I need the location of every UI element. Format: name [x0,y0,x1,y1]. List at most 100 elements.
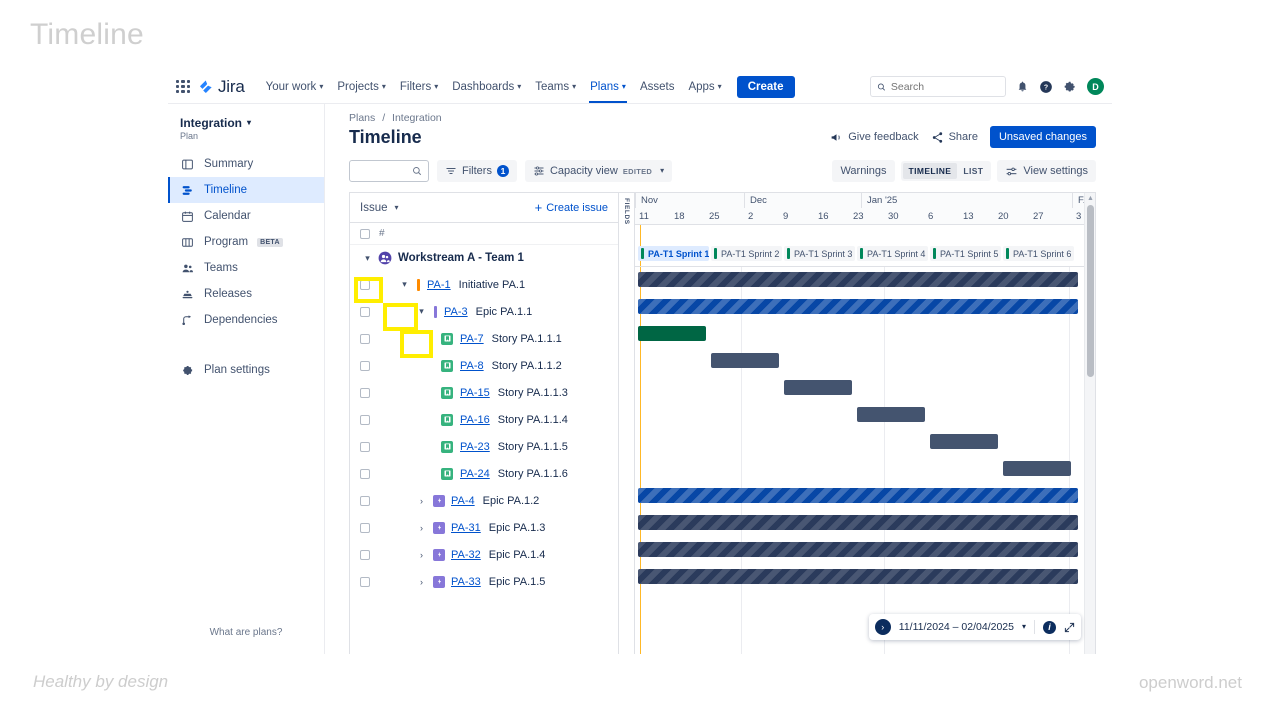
nav-item-filters[interactable]: Filters ▾ [393,70,445,103]
gantt-bar-pa-7[interactable] [638,326,706,341]
group-expand-toggle[interactable]: ▾ [361,252,374,265]
notifications-icon[interactable] [1016,80,1029,93]
row-checkbox[interactable] [360,387,370,398]
nav-item-assets[interactable]: Assets [633,70,682,103]
issue-key-link[interactable]: PA-4 [451,495,475,507]
plan-switcher[interactable]: Integration ▾ [180,116,312,130]
issue-key-link[interactable]: PA-3 [444,306,468,318]
gantt-bar-pa-23[interactable] [930,434,998,449]
issue-search-box[interactable] [349,160,429,182]
sprint-pill[interactable]: PA-T1 Sprint 2 [711,246,782,261]
sidebar-item-dependencies[interactable]: Dependencies [168,307,324,333]
row-checkbox[interactable] [360,576,370,587]
issue-key-link[interactable]: PA-8 [460,360,484,372]
date-range-selector[interactable]: 11/11/2024 – 02/04/2025 ▾ [899,621,1026,633]
row-expand-toggle[interactable]: ▾ [415,305,428,318]
gantt-bar-pa-15[interactable] [784,380,852,395]
scrollbar-thumb[interactable] [1087,205,1094,377]
nav-item-your-work[interactable]: Your work ▾ [259,70,331,103]
row-checkbox[interactable] [360,333,370,344]
gantt-bar-pa-3[interactable] [638,299,1078,314]
nav-item-dashboards[interactable]: Dashboards ▾ [445,70,528,103]
what-are-plans-link[interactable]: What are plans? [168,627,324,638]
table-row[interactable]: PA-24 Story PA.1.1.6 [350,460,618,487]
issue-key-link[interactable]: PA-7 [460,333,484,345]
table-row[interactable]: › PA-4 Epic PA.1.2 [350,487,618,514]
sprint-pill[interactable]: PA-T1 Sprint 6 [1003,246,1074,261]
jira-logo[interactable]: Jira [198,77,245,97]
row-checkbox[interactable] [360,414,370,425]
row-expand-toggle[interactable]: › [415,548,428,561]
table-row[interactable]: ▾ Workstream A - Team 1 [350,245,618,271]
sidebar-item-timeline[interactable]: Timeline [168,177,324,203]
view-settings-button[interactable]: View settings [997,160,1096,182]
issue-key-link[interactable]: PA-1 [427,279,451,291]
warnings-button[interactable]: Warnings [832,160,895,182]
table-row[interactable]: PA-23 Story PA.1.1.5 [350,433,618,460]
table-row[interactable]: › PA-33 Epic PA.1.5 [350,568,618,595]
global-search-input[interactable] [890,80,999,93]
table-row[interactable]: ▾ PA-1 Initiative PA.1 [350,271,618,298]
row-checkbox[interactable] [360,522,370,533]
gantt-bar-pa-1[interactable] [638,272,1078,287]
filters-button[interactable]: Filters 1 [437,160,517,182]
help-icon[interactable]: ? [1039,80,1053,94]
table-row[interactable]: ▾ PA-3 Epic PA.1.1 [350,298,618,325]
unsaved-changes-button[interactable]: Unsaved changes [989,126,1096,148]
sidebar-item-plan-settings[interactable]: Plan settings [168,357,324,383]
app-switcher-icon[interactable] [174,78,192,96]
view-mode-timeline[interactable]: TIMELINE [902,163,958,179]
nav-item-teams[interactable]: Teams ▾ [528,70,583,103]
global-search-box[interactable] [870,76,1006,97]
sidebar-item-teams[interactable]: Teams [168,255,324,281]
vertical-scrollbar[interactable]: ▲ [1084,193,1095,654]
select-all-checkbox[interactable] [360,228,370,239]
breadcrumb-plans[interactable]: Plans [349,112,375,124]
table-row[interactable]: › PA-31 Epic PA.1.3 [350,514,618,541]
row-expand-toggle[interactable]: › [415,494,428,507]
create-issue-button[interactable]: + Create issue [535,201,608,214]
gantt-bar-pa-31[interactable] [638,515,1078,530]
gantt-bar-pa-16[interactable] [857,407,925,422]
capacity-view-button[interactable]: Capacity view EDITED ▾ [524,160,673,182]
settings-gear-icon[interactable] [1063,80,1077,94]
nav-item-projects[interactable]: Projects ▾ [330,70,393,103]
issue-key-link[interactable]: PA-24 [460,468,490,480]
issue-sort-dropdown[interactable]: Issue ▾ [360,202,399,214]
sidebar-item-calendar[interactable]: Calendar [168,203,324,229]
issue-key-link[interactable]: PA-31 [451,522,481,534]
expand-icon[interactable] [1064,622,1075,633]
next-period-button[interactable]: › [874,619,891,635]
sprint-pill[interactable]: PA-T1 Sprint 1 [638,246,709,261]
sidebar-item-summary[interactable]: Summary [168,151,324,177]
row-checkbox[interactable] [360,279,370,290]
share-button[interactable]: Share [931,131,978,144]
sidebar-item-releases[interactable]: Releases [168,281,324,307]
gantt-bars-area[interactable] [635,267,1095,654]
table-row[interactable]: PA-8 Story PA.1.1.2 [350,352,618,379]
give-feedback-button[interactable]: Give feedback [830,131,919,144]
gantt-bar-pa-4[interactable] [638,488,1078,503]
row-checkbox[interactable] [360,306,370,317]
issue-key-link[interactable]: PA-32 [451,549,481,561]
row-expand-toggle[interactable]: › [415,575,428,588]
scroll-up-arrow-icon[interactable]: ▲ [1087,195,1094,202]
gantt-bar-pa-33[interactable] [638,569,1078,584]
user-avatar[interactable]: D [1087,78,1104,95]
nav-item-plans[interactable]: Plans ▾ [583,70,633,103]
issue-key-link[interactable]: PA-16 [460,414,490,426]
row-expand-toggle[interactable]: › [415,521,428,534]
fields-collapsed-strip[interactable]: FIELDS [618,193,635,654]
issue-key-link[interactable]: PA-23 [460,441,490,453]
row-checkbox[interactable] [360,441,370,452]
table-row[interactable]: › PA-32 Epic PA.1.4 [350,541,618,568]
issue-key-link[interactable]: PA-15 [460,387,490,399]
info-icon[interactable]: i [1043,620,1056,634]
row-checkbox[interactable] [360,495,370,506]
sprint-pill[interactable]: PA-T1 Sprint 3 [784,246,855,261]
sidebar-item-program[interactable]: Program BETA [168,229,324,255]
table-row[interactable]: PA-7 Story PA.1.1.1 [350,325,618,352]
issue-key-link[interactable]: PA-33 [451,576,481,588]
view-mode-list[interactable]: LIST [957,163,989,179]
row-checkbox[interactable] [360,549,370,560]
